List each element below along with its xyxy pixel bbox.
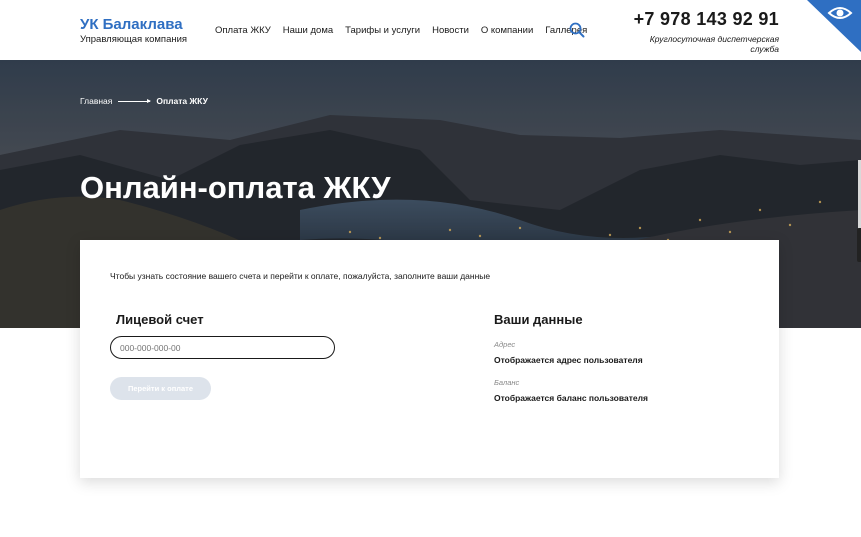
site-logo[interactable]: УК Балаклава Управляющая компания xyxy=(80,16,187,46)
address-value: Отображается адрес пользователя xyxy=(494,355,643,365)
phone-number[interactable]: +7 978 143 92 91 xyxy=(634,9,779,30)
breadcrumb-home[interactable]: Главная xyxy=(80,96,112,106)
payment-form-card: Чтобы узнать состояние вашего счета и пе… xyxy=(80,240,779,478)
balance-value: Отображается баланс пользователя xyxy=(494,393,648,403)
account-section-title: Лицевой счет xyxy=(116,312,204,327)
eye-icon[interactable] xyxy=(807,0,861,52)
search-icon[interactable] xyxy=(569,22,585,38)
address-label: Адрес xyxy=(494,340,516,349)
breadcrumb: Главная Оплата ЖКУ xyxy=(80,96,208,106)
nav-item-news[interactable]: Новости xyxy=(432,25,469,36)
form-intro-text: Чтобы узнать состояние вашего счета и пе… xyxy=(110,271,491,281)
logo-title: УК Балаклава xyxy=(80,16,183,33)
balance-label: Баланс xyxy=(494,378,520,387)
nav-item-tariffs[interactable]: Тарифы и услуги xyxy=(345,25,420,36)
breadcrumb-arrow-icon xyxy=(118,98,152,103)
account-number-input[interactable] xyxy=(110,336,335,359)
go-to-payment-button[interactable]: Перейти к оплате xyxy=(110,377,211,400)
your-data-title: Ваши данные xyxy=(494,312,583,327)
nav-item-payment[interactable]: Оплата ЖКУ xyxy=(215,25,271,36)
page-title: Онлайн-оплата ЖКУ xyxy=(80,170,391,205)
main-nav: Оплата ЖКУ Наши дома Тарифы и услуги Нов… xyxy=(215,25,587,36)
site-header: УК Балаклава Управляющая компания Оплата… xyxy=(0,0,861,60)
nav-item-about[interactable]: О компании xyxy=(481,25,533,36)
breadcrumb-current: Оплата ЖКУ xyxy=(156,96,208,106)
phone-note: Круглосуточная диспетчерская служба xyxy=(649,34,779,54)
nav-item-houses[interactable]: Наши дома xyxy=(283,25,333,36)
logo-subtitle: Управляющая компания xyxy=(80,34,188,45)
page-scrollbar-thumb[interactable] xyxy=(857,228,861,262)
